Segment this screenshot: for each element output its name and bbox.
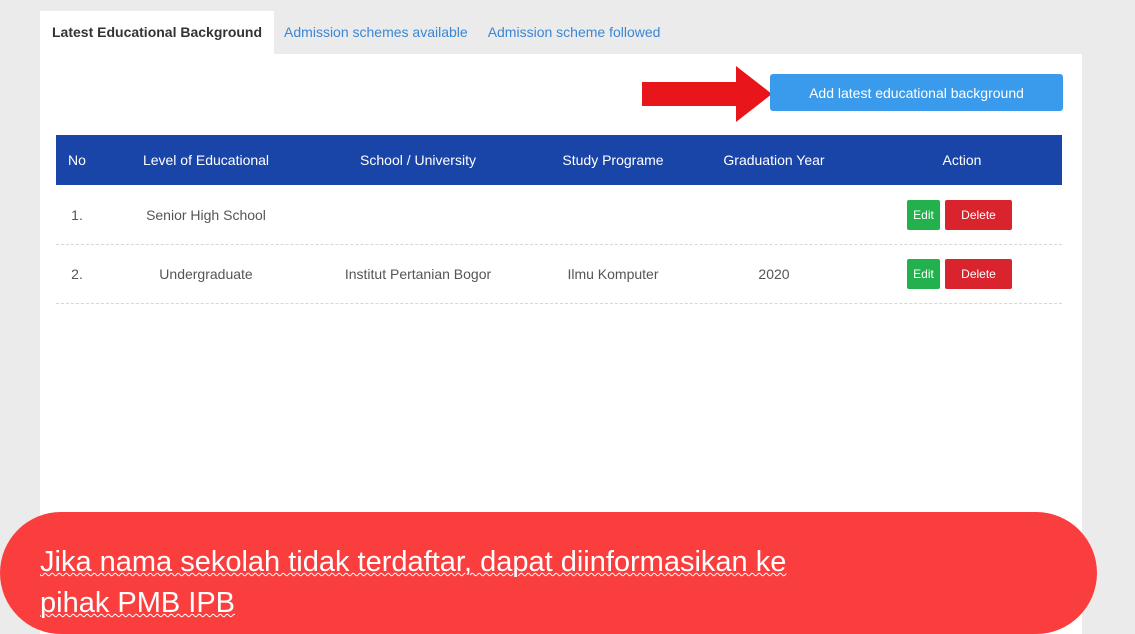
row-school: Institut Pertanian Bogor	[344, 266, 492, 282]
delete-button[interactable]: Delete	[945, 200, 1012, 230]
banner-line-2: pihak PMB IPB	[40, 587, 236, 619]
row-actions: Edit Delete	[882, 245, 1042, 303]
banner-line-1: Jika nama sekolah tidak terdaftar, dapat…	[40, 546, 787, 578]
row-year	[704, 186, 844, 244]
row-no: 1.	[71, 207, 83, 223]
row-school	[318, 186, 518, 244]
row-actions: Edit Delete	[882, 186, 1042, 244]
tab-bar: Latest Educational Background Admission …	[40, 10, 1082, 55]
tab-latest-educational-background[interactable]: Latest Educational Background	[40, 11, 275, 55]
info-callout-banner: Jika nama sekolah tidak terdaftar, dapat…	[0, 512, 1097, 634]
table-row: 1. Senior High School Edit Delete	[56, 186, 1062, 245]
row-program	[538, 186, 688, 244]
delete-button[interactable]: Delete	[945, 259, 1012, 289]
tab-admission-schemes-available[interactable]: Admission schemes available	[274, 11, 478, 55]
header-program: Study Programe	[562, 152, 664, 168]
row-level: Senior High School	[146, 207, 266, 223]
row-program: Ilmu Komputer	[567, 266, 659, 282]
red-arrow-icon	[642, 66, 772, 122]
edit-button[interactable]: Edit	[907, 200, 940, 230]
header-year: Graduation Year	[723, 152, 825, 168]
header-action: Action	[942, 152, 982, 168]
add-latest-educational-background-button[interactable]: Add latest educational background	[770, 74, 1063, 111]
tab-admission-scheme-followed[interactable]: Admission scheme followed	[478, 11, 671, 55]
row-no: 2.	[71, 266, 83, 282]
row-year: 2020	[758, 266, 790, 282]
header-level: Level of Educational	[142, 152, 270, 168]
row-level: Undergraduate	[159, 266, 253, 282]
header-school: School / University	[360, 152, 476, 168]
table-row: 2. Undergraduate Institut Pertanian Bogo…	[56, 245, 1062, 304]
edit-button[interactable]: Edit	[907, 259, 940, 289]
header-no: No	[68, 152, 86, 168]
table-header: No Level of Educational School / Univers…	[56, 135, 1062, 185]
